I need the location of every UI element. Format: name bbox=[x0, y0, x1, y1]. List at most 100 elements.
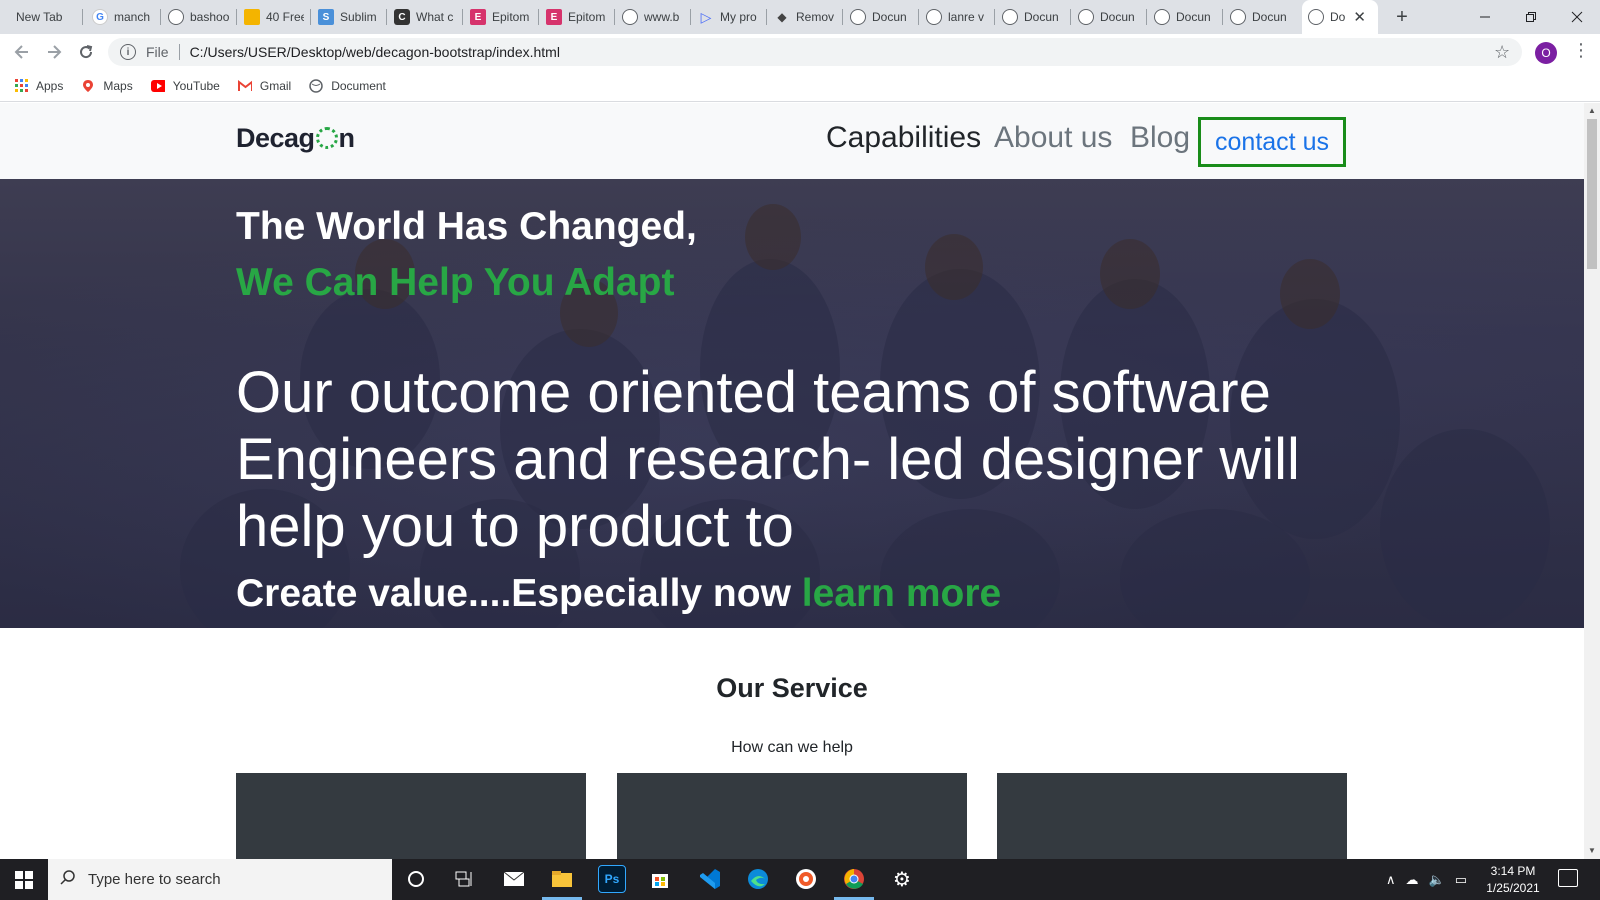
tab-active-document[interactable]: Do ✕ bbox=[1302, 0, 1378, 34]
tab-document-5[interactable]: Docun bbox=[1224, 0, 1298, 34]
tab-remove[interactable]: ◆ Remov bbox=[768, 0, 842, 34]
file-explorer-icon[interactable] bbox=[548, 865, 576, 893]
notification-center-icon[interactable] bbox=[1558, 869, 1578, 887]
tab-new-tab[interactable]: New Tab bbox=[10, 0, 80, 34]
tab-40-free[interactable]: 40 Free bbox=[238, 0, 310, 34]
onedrive-icon[interactable]: ☁ bbox=[1406, 872, 1419, 888]
media-player-icon[interactable] bbox=[792, 865, 820, 893]
site-logo[interactable]: Decag n bbox=[236, 123, 355, 154]
globe-icon bbox=[309, 78, 323, 93]
services-title: Our Service bbox=[716, 673, 868, 703]
battery-icon[interactable]: ▭ bbox=[1455, 872, 1467, 888]
services-subtitle: How can we help bbox=[731, 739, 853, 756]
gmail-icon bbox=[237, 79, 252, 93]
tab-separator bbox=[1070, 9, 1071, 25]
restore-icon[interactable] bbox=[1508, 0, 1554, 34]
page-viewport: Decag n Capabilities About us Blog contac… bbox=[0, 103, 1584, 859]
tab-separator bbox=[236, 9, 237, 25]
windows-logo-icon bbox=[15, 870, 33, 889]
scrollbar-thumb[interactable] bbox=[1587, 119, 1597, 269]
tab-label: Do bbox=[1330, 10, 1346, 24]
show-hidden-icons-icon[interactable]: ∧ bbox=[1386, 872, 1396, 888]
volume-icon[interactable]: 🔈 bbox=[1429, 872, 1445, 888]
scroll-up-icon[interactable]: ▲ bbox=[1588, 106, 1596, 115]
start-button[interactable] bbox=[0, 859, 48, 900]
settings-icon[interactable]: ⚙ bbox=[888, 865, 916, 893]
bookmarks-bar: Apps Maps YouTube Gmail Document bbox=[0, 70, 1600, 102]
tab-separator bbox=[386, 9, 387, 25]
learn-more-link[interactable]: learn more bbox=[802, 572, 1001, 615]
address-bar[interactable]: i File C:/Users/USER/Desktop/web/decagon… bbox=[108, 38, 1522, 66]
tab-manch[interactable]: G manch bbox=[86, 0, 160, 34]
bookmark-apps[interactable]: Apps bbox=[14, 79, 63, 93]
nav-about-us[interactable]: About us bbox=[994, 121, 1112, 155]
hero-subtitle: We Can Help You Adapt bbox=[236, 261, 675, 304]
photoshop-icon[interactable]: Ps bbox=[598, 865, 626, 893]
windows-taskbar: Type here to search Ps ⚙ ∧ ☁ 🔈 ▭ 3:14 PM… bbox=[0, 859, 1600, 900]
store-icon[interactable] bbox=[646, 865, 674, 893]
tab-www[interactable]: www.b bbox=[616, 0, 690, 34]
tab-document-2[interactable]: Docun bbox=[996, 0, 1070, 34]
edge-icon[interactable] bbox=[744, 865, 772, 893]
nav-blog[interactable]: Blog bbox=[1130, 121, 1190, 155]
bookmark-star-icon[interactable]: ☆ bbox=[1494, 42, 1510, 63]
epitome-icon: E bbox=[470, 9, 486, 25]
tab-epitome-1[interactable]: E Epitom bbox=[464, 0, 538, 34]
tab-lanre[interactable]: lanre v bbox=[920, 0, 994, 34]
logo-text-left: Decag bbox=[236, 123, 315, 153]
tab-sublime[interactable]: S Sublim bbox=[312, 0, 386, 34]
tab-label: 40 Free bbox=[266, 10, 304, 24]
new-tab-button[interactable]: + bbox=[1390, 5, 1414, 29]
service-card[interactable] bbox=[997, 773, 1347, 859]
contact-us-button[interactable]: contact us bbox=[1198, 117, 1346, 167]
tab-label: My pro bbox=[720, 10, 757, 24]
tab-bashoo[interactable]: bashoo bbox=[162, 0, 236, 34]
minimize-icon[interactable] bbox=[1462, 0, 1508, 34]
tab-what[interactable]: C What c bbox=[388, 0, 462, 34]
close-tab-icon[interactable]: ✕ bbox=[1353, 8, 1366, 26]
taskbar-search-box[interactable]: Type here to search bbox=[48, 859, 392, 900]
hero-title: The World Has Changed, bbox=[236, 205, 697, 248]
tab-document-4[interactable]: Docun bbox=[1148, 0, 1222, 34]
task-view-icon[interactable] bbox=[450, 865, 478, 893]
forward-icon[interactable] bbox=[42, 40, 66, 64]
tab-separator bbox=[310, 9, 311, 25]
service-card[interactable] bbox=[617, 773, 967, 859]
mail-icon[interactable] bbox=[500, 865, 528, 893]
globe-icon bbox=[1230, 9, 1246, 25]
globe-icon bbox=[926, 9, 942, 25]
system-tray: ∧ ☁ 🔈 ▭ bbox=[1386, 859, 1477, 900]
google-icon: G bbox=[92, 9, 108, 25]
tab-document-3[interactable]: Docun bbox=[1072, 0, 1146, 34]
bookmark-gmail[interactable]: Gmail bbox=[237, 79, 291, 93]
chart-icon bbox=[244, 9, 260, 25]
scroll-down-icon[interactable]: ▼ bbox=[1588, 846, 1596, 855]
reload-icon[interactable] bbox=[74, 40, 98, 64]
service-card[interactable] bbox=[236, 773, 586, 859]
globe-icon bbox=[850, 9, 866, 25]
bookmark-youtube[interactable]: YouTube bbox=[150, 79, 220, 93]
tab-my-pro[interactable]: ▷ My pro bbox=[692, 0, 766, 34]
tab-document-1[interactable]: Docun bbox=[844, 0, 918, 34]
profile-avatar[interactable]: O bbox=[1535, 42, 1557, 64]
taskbar-clock[interactable]: 3:14 PM 1/25/2021 bbox=[1478, 863, 1548, 897]
menu-dots-icon[interactable]: ⋮ bbox=[1572, 40, 1590, 61]
nav-capabilities[interactable]: Capabilities bbox=[826, 121, 981, 155]
cortana-icon[interactable] bbox=[402, 865, 430, 893]
logo-text-right: n bbox=[338, 123, 356, 153]
vscode-icon[interactable] bbox=[696, 865, 724, 893]
tab-separator bbox=[1146, 9, 1147, 25]
tab-label: lanre v bbox=[948, 10, 985, 24]
tab-label: Docun bbox=[1100, 10, 1135, 24]
tab-epitome-2[interactable]: E Epitom bbox=[540, 0, 614, 34]
close-window-icon[interactable] bbox=[1554, 0, 1600, 34]
tab-separator bbox=[160, 9, 161, 25]
bookmark-label: Maps bbox=[103, 78, 133, 93]
url-text[interactable]: C:/Users/USER/Desktop/web/decagon-bootst… bbox=[190, 44, 560, 60]
back-icon[interactable] bbox=[10, 40, 34, 64]
bookmark-maps[interactable]: Maps bbox=[81, 78, 133, 93]
chrome-icon[interactable] bbox=[840, 865, 868, 893]
bookmark-document[interactable]: Document bbox=[309, 79, 386, 93]
info-icon[interactable]: i bbox=[120, 44, 136, 60]
page-scrollbar[interactable]: ▲ ▼ bbox=[1584, 103, 1600, 859]
